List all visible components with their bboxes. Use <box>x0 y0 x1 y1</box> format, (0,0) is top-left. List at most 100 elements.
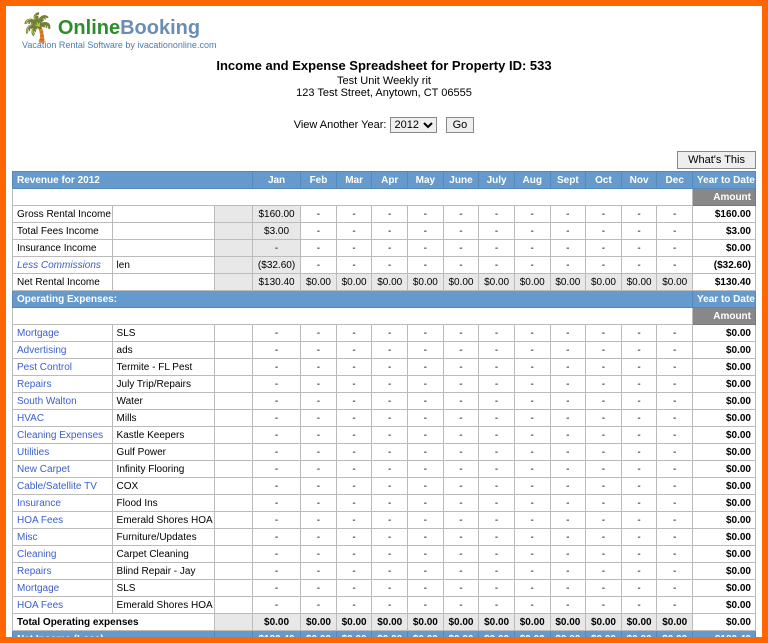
month-cell: - <box>514 257 550 274</box>
month-cell: - <box>443 563 479 580</box>
month-cell: - <box>550 325 586 342</box>
month-cell: - <box>657 359 693 376</box>
month-header: Apr <box>372 172 408 189</box>
month-cell: - <box>301 461 337 478</box>
month-cell: - <box>372 206 408 223</box>
expense-row-label[interactable]: Repairs <box>13 563 113 580</box>
month-cell: - <box>621 223 657 240</box>
month-cell: - <box>514 376 550 393</box>
month-cell: - <box>408 410 444 427</box>
month-header: Jan <box>252 172 300 189</box>
month-cell: $0.00 <box>252 614 300 631</box>
expense-row-label[interactable]: Insurance <box>13 495 113 512</box>
month-cell: - <box>443 376 479 393</box>
expense-row-label[interactable]: Cable/Satellite TV <box>13 478 113 495</box>
month-cell: - <box>586 427 622 444</box>
month-cell: $0.00 <box>621 631 657 643</box>
month-cell: - <box>301 546 337 563</box>
month-cell: - <box>657 444 693 461</box>
month-cell: $0.00 <box>586 631 622 643</box>
month-cell: - <box>514 444 550 461</box>
go-button[interactable]: Go <box>446 117 475 133</box>
month-cell: - <box>252 444 300 461</box>
month-cell: - <box>621 206 657 223</box>
vendor-cell: Emerald Shores HOA <box>112 597 215 614</box>
month-cell: - <box>657 597 693 614</box>
vendor-cell <box>112 240 215 257</box>
month-cell: - <box>550 257 586 274</box>
expense-row-label[interactable]: Misc <box>13 529 113 546</box>
month-cell: - <box>408 240 444 257</box>
expense-row-label[interactable]: South Walton <box>13 393 113 410</box>
month-cell: - <box>408 376 444 393</box>
month-cell: - <box>408 478 444 495</box>
month-cell: - <box>301 444 337 461</box>
month-cell: $0.00 <box>443 631 479 643</box>
month-cell: - <box>252 393 300 410</box>
month-cell: - <box>336 376 372 393</box>
month-cell: - <box>252 529 300 546</box>
month-cell: - <box>372 325 408 342</box>
expense-row-label[interactable]: Cleaning <box>13 546 113 563</box>
expense-row-label[interactable]: Utilities <box>13 444 113 461</box>
month-cell: $0.00 <box>408 631 444 643</box>
ytd-cell: $0.00 <box>693 614 756 631</box>
month-cell: - <box>252 410 300 427</box>
month-cell: - <box>621 376 657 393</box>
expense-row-label[interactable]: Mortgage <box>13 325 113 342</box>
month-cell: - <box>479 512 515 529</box>
month-cell: - <box>479 359 515 376</box>
month-cell: - <box>408 257 444 274</box>
ytd-cell: $3.00 <box>693 223 756 240</box>
vendor-cell: Furniture/Updates <box>112 529 215 546</box>
month-cell: - <box>586 444 622 461</box>
month-cell: $0.00 <box>336 631 372 643</box>
month-cell: - <box>550 512 586 529</box>
revenue-row-label[interactable]: Less Commissions <box>13 257 113 274</box>
month-cell: - <box>336 359 372 376</box>
expense-row-label[interactable]: HOA Fees <box>13 512 113 529</box>
month-cell: - <box>657 410 693 427</box>
month-cell: - <box>336 563 372 580</box>
month-cell: - <box>372 529 408 546</box>
expense-row-label[interactable]: Cleaning Expenses <box>13 427 113 444</box>
month-cell: - <box>372 376 408 393</box>
month-cell: - <box>252 563 300 580</box>
month-cell: - <box>657 325 693 342</box>
month-cell: $0.00 <box>657 631 693 643</box>
month-cell: - <box>301 580 337 597</box>
expense-row-label[interactable]: Repairs <box>13 376 113 393</box>
month-cell: - <box>301 427 337 444</box>
month-cell: - <box>586 257 622 274</box>
whats-this-button[interactable]: What's This <box>677 151 756 169</box>
month-cell: - <box>479 257 515 274</box>
expense-row-label[interactable]: Advertising <box>13 342 113 359</box>
month-cell: - <box>301 393 337 410</box>
year-select[interactable]: 2012 <box>390 117 437 133</box>
month-cell: - <box>301 325 337 342</box>
expense-row-label[interactable]: Pest Control <box>13 359 113 376</box>
month-cell: - <box>408 529 444 546</box>
month-cell: - <box>550 342 586 359</box>
month-cell: - <box>336 257 372 274</box>
expense-row-label[interactable]: HOA Fees <box>13 597 113 614</box>
month-cell: - <box>479 393 515 410</box>
month-cell: - <box>657 240 693 257</box>
spreadsheet-table: Revenue for 2012JanFebMarAprMayJuneJulyA… <box>12 171 756 643</box>
vendor-cell: Blind Repair - Jay <box>112 563 215 580</box>
expense-row-label[interactable]: HVAC <box>13 410 113 427</box>
month-cell: - <box>408 461 444 478</box>
month-cell: - <box>443 512 479 529</box>
month-cell: - <box>479 529 515 546</box>
month-cell: - <box>443 529 479 546</box>
month-cell: - <box>408 393 444 410</box>
month-cell: - <box>550 444 586 461</box>
expense-row-label[interactable]: Mortgage <box>13 580 113 597</box>
month-cell: - <box>479 342 515 359</box>
ytd-cell: ($32.60) <box>693 257 756 274</box>
month-cell: - <box>550 240 586 257</box>
vendor-cell: len <box>112 257 215 274</box>
month-cell: - <box>657 580 693 597</box>
month-cell: - <box>408 206 444 223</box>
expense-row-label[interactable]: New Carpet <box>13 461 113 478</box>
